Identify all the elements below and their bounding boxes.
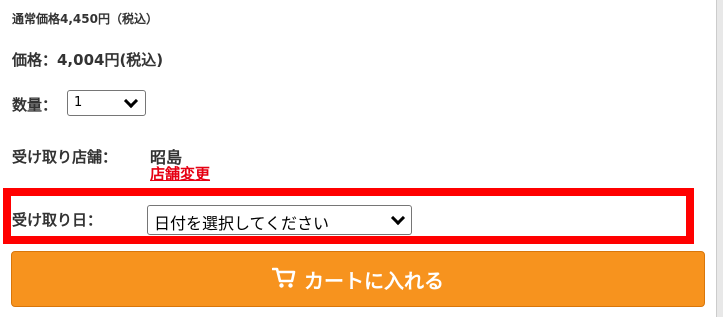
quantity-value: 1 bbox=[74, 95, 83, 110]
pickup-date-label: 受け取り日： bbox=[12, 211, 103, 229]
store-change-link[interactable]: 店舗変更 bbox=[150, 163, 210, 184]
page-edge-border bbox=[716, 0, 723, 317]
chevron-down-icon bbox=[390, 210, 406, 226]
store-label: 受け取り店舗： bbox=[12, 148, 118, 166]
pickup-date-value: 日付を選択してください bbox=[154, 214, 330, 233]
quantity-select[interactable]: 1 bbox=[67, 90, 146, 116]
add-to-cart-label: カートに入れる bbox=[304, 268, 444, 293]
quantity-label: 数量： bbox=[12, 96, 58, 114]
cart-icon bbox=[271, 267, 296, 294]
regular-price: 通常価格4,450円（税込） bbox=[12, 12, 158, 26]
price: 価格：4,004円(税込) bbox=[12, 51, 164, 69]
pickup-date-select[interactable]: 日付を選択してください bbox=[147, 205, 412, 235]
chevron-down-icon bbox=[123, 93, 139, 109]
add-to-cart-button[interactable]: カートに入れる bbox=[11, 251, 705, 307]
